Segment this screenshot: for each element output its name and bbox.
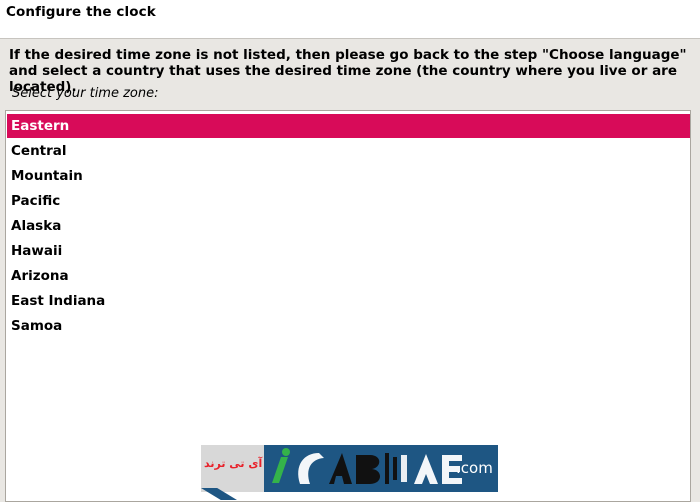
watermark-persian-panel: آی تی ترند: [201, 445, 264, 492]
timezone-option-samoa[interactable]: Samoa: [7, 314, 690, 338]
site-watermark: آی تی ترند .com: [201, 445, 498, 492]
timezone-option-east-indiana[interactable]: East Indiana: [7, 289, 690, 313]
select-prompt-label: Select your time zone:: [12, 86, 159, 101]
timezone-option-hawaii[interactable]: Hawaii: [7, 239, 690, 263]
timezone-list[interactable]: Eastern Central Mountain Pacific Alaska …: [5, 110, 691, 502]
timezone-option-pacific[interactable]: Pacific: [7, 189, 690, 213]
timezone-option-central[interactable]: Central: [7, 139, 690, 163]
watermark-site-text: .com: [456, 459, 493, 477]
timezone-option-alaska[interactable]: Alaska: [7, 214, 690, 238]
watermark-persian-text: آی تی ترند: [204, 457, 263, 470]
title-bar: Configure the clock: [0, 0, 700, 39]
timezone-option-eastern[interactable]: Eastern: [7, 114, 690, 138]
timezone-option-mountain[interactable]: Mountain: [7, 164, 690, 188]
page-title: Configure the clock: [6, 4, 156, 20]
watermark-logo-panel: .com: [264, 445, 498, 492]
logo-figure-icon: [272, 457, 288, 483]
timezone-option-arizona[interactable]: Arizona: [7, 264, 690, 288]
logo-head-icon: [282, 448, 290, 456]
